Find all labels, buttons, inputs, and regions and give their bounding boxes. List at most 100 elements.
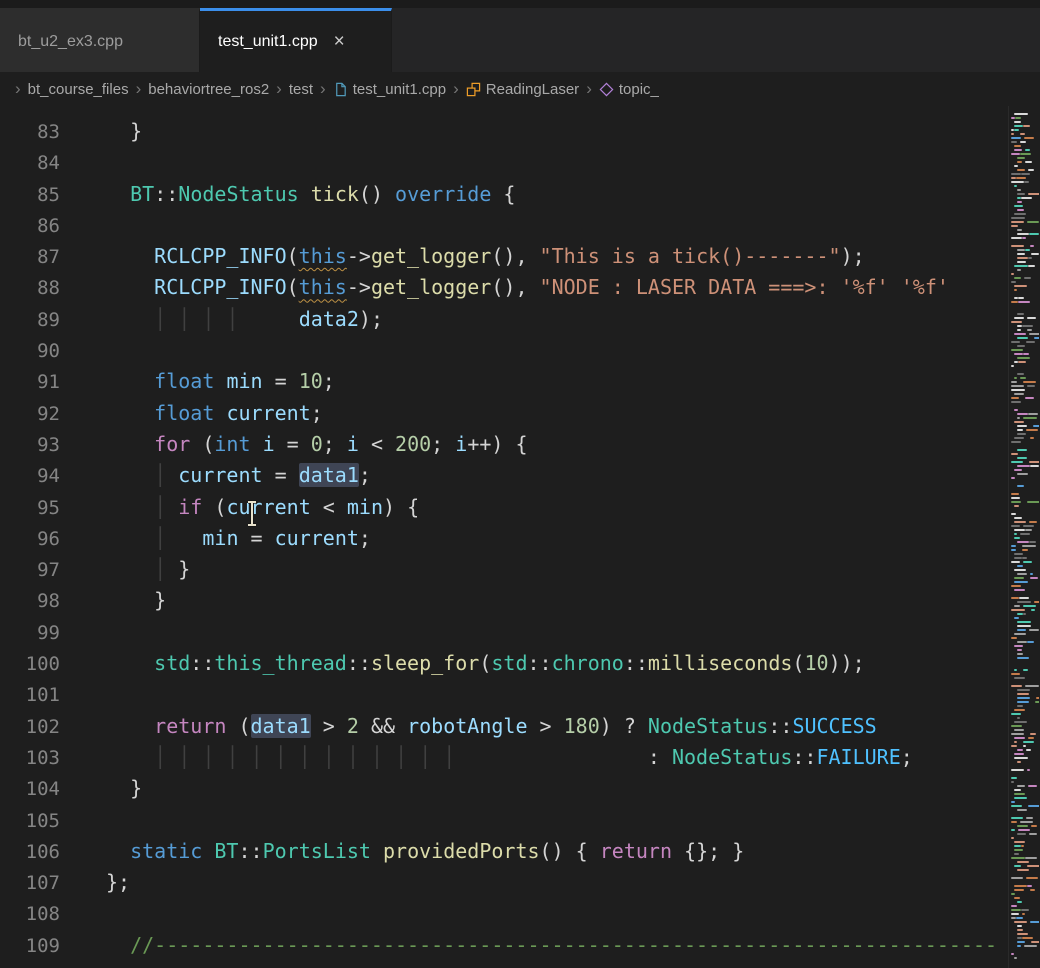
code-line[interactable]: 102 return (data1 > 2 && robotAngle > 18…	[0, 711, 1040, 742]
code-line[interactable]: 92 float current;	[0, 398, 1040, 429]
code-token: ::	[347, 651, 371, 675]
code-token: ::	[190, 651, 214, 675]
code-token: (),	[491, 244, 539, 268]
code-token: current	[226, 401, 310, 425]
code-line[interactable]: 88 RCLCPP_INFO(this->get_logger(), "NODE…	[0, 272, 1040, 303]
code-token	[371, 839, 383, 863]
code-token: (	[287, 244, 299, 268]
code-token: ->	[347, 244, 371, 268]
code-token: PortsList	[263, 839, 371, 863]
code-line[interactable]: 103 │ │ │ │ │ │ │ │ │ │ │ │ │ : NodeStat…	[0, 742, 1040, 773]
code-token	[106, 307, 154, 331]
code-token: {}; }	[672, 839, 744, 863]
line-number: 109	[0, 931, 60, 962]
code-token	[106, 275, 154, 299]
code-token: float	[154, 401, 214, 425]
code-token: ::	[238, 839, 262, 863]
code-token: 2	[347, 714, 359, 738]
code-line[interactable]: 99	[0, 617, 1040, 648]
code-line[interactable]: 108	[0, 898, 1040, 929]
code-token: SUCCESS	[792, 714, 876, 738]
code-token: =	[263, 463, 299, 487]
code-token	[106, 933, 130, 957]
line-number: 85	[0, 180, 60, 211]
line-number: 106	[0, 837, 60, 868]
code-token: () {	[540, 839, 600, 863]
code-token: ;	[311, 401, 323, 425]
tab-bar: bt_u2_ex3.cpp test_unit1.cpp ×	[0, 8, 1040, 72]
code-line[interactable]: 87 RCLCPP_INFO(this->get_logger(), "This…	[0, 241, 1040, 272]
code-line[interactable]: 106 static BT::PortsList providedPorts()…	[0, 836, 1040, 867]
code-line[interactable]: 95 │ if (current < min) {	[0, 492, 1040, 523]
breadcrumb-label: topic_	[619, 81, 659, 98]
code-token	[106, 745, 154, 769]
code-line[interactable]: 85 BT::NodeStatus tick() override {	[0, 179, 1040, 210]
breadcrumb-item-test-unit1-cpp[interactable]: test_unit1.cpp	[333, 81, 446, 98]
breadcrumb-item-test[interactable]: test	[289, 81, 313, 98]
line-number: 84	[0, 148, 60, 179]
tab-bt-u2-ex3-cpp[interactable]: bt_u2_ex3.cpp	[0, 8, 200, 72]
code-token: │	[154, 463, 178, 487]
code-token: ;	[323, 432, 347, 456]
code-token: i	[263, 432, 275, 456]
code-line[interactable]: 86	[0, 210, 1040, 241]
code-token: NodeStatus	[648, 714, 768, 738]
code-line[interactable]: 109 //----------------------------------…	[0, 930, 1040, 961]
code-line[interactable]: 84	[0, 147, 1040, 178]
code-token: this	[299, 244, 347, 268]
code-token: │	[154, 495, 178, 519]
code-token: chrono	[552, 651, 624, 675]
code-token: (	[479, 651, 491, 675]
chevron-right-icon: ›	[15, 79, 21, 99]
code-token: tick	[311, 182, 359, 206]
breadcrumb-item-bt-course-files[interactable]: bt_course_files	[28, 81, 129, 98]
code-token: ;	[359, 526, 371, 550]
code-token: 10	[299, 369, 323, 393]
code-token: }	[106, 119, 142, 143]
code-area[interactable]: 83 }8485 BT::NodeStatus tick() override …	[0, 116, 1040, 961]
code-token: 180	[564, 714, 600, 738]
code-line[interactable]: 96 │ min = current;	[0, 523, 1040, 554]
code-token: override	[395, 182, 491, 206]
code-token	[106, 495, 154, 519]
code-line[interactable]: 94 │ current = data1;	[0, 460, 1040, 491]
code-line[interactable]: 89 │ │ │ │ data2);	[0, 304, 1040, 335]
breadcrumb-item-readinglaser[interactable]: ReadingLaser	[466, 81, 579, 98]
code-line[interactable]: 98 }	[0, 585, 1040, 616]
code-token: if	[178, 495, 202, 519]
breadcrumb-item-topic[interactable]: topic_	[599, 81, 659, 98]
breadcrumb-item-behaviortree-ros2[interactable]: behaviortree_ros2	[148, 81, 269, 98]
code-token: ->	[347, 275, 371, 299]
line-number: 83	[0, 117, 60, 148]
code-line[interactable]: 91 float min = 10;	[0, 366, 1040, 397]
code-token: │	[154, 557, 178, 581]
code-line[interactable]: 107};	[0, 867, 1040, 898]
chevron-right-icon: ›	[136, 79, 142, 99]
code-line[interactable]: 90	[0, 335, 1040, 366]
code-token: ++) {	[467, 432, 527, 456]
code-line[interactable]: 105	[0, 805, 1040, 836]
code-line[interactable]: 97 │ }	[0, 554, 1040, 585]
code-line[interactable]: 83 }	[0, 116, 1040, 147]
line-number: 92	[0, 399, 60, 430]
code-token: ::	[624, 651, 648, 675]
tab-test-unit1-cpp[interactable]: test_unit1.cpp ×	[200, 8, 392, 72]
code-token: (),	[491, 275, 539, 299]
close-icon[interactable]: ×	[334, 32, 345, 51]
minimap[interactable]	[1008, 106, 1040, 968]
code-token: static	[130, 839, 202, 863]
code-token: get_logger	[371, 244, 491, 268]
code-token: "This is a tick()-------"	[540, 244, 841, 268]
code-line[interactable]: 104 }	[0, 773, 1040, 804]
code-editor[interactable]: 83 }8485 BT::NodeStatus tick() override …	[0, 106, 1040, 968]
code-token: <	[359, 432, 395, 456]
code-line[interactable]: 101	[0, 679, 1040, 710]
line-number: 107	[0, 868, 60, 899]
code-token: >	[311, 714, 347, 738]
word-highlight: data1	[251, 714, 311, 738]
code-line[interactable]: 100 std::this_thread::sleep_for(std::chr…	[0, 648, 1040, 679]
code-token: (	[287, 275, 299, 299]
line-number: 108	[0, 899, 60, 930]
code-line[interactable]: 93 for (int i = 0; i < 200; i++) {	[0, 429, 1040, 460]
code-token: (	[190, 432, 214, 456]
